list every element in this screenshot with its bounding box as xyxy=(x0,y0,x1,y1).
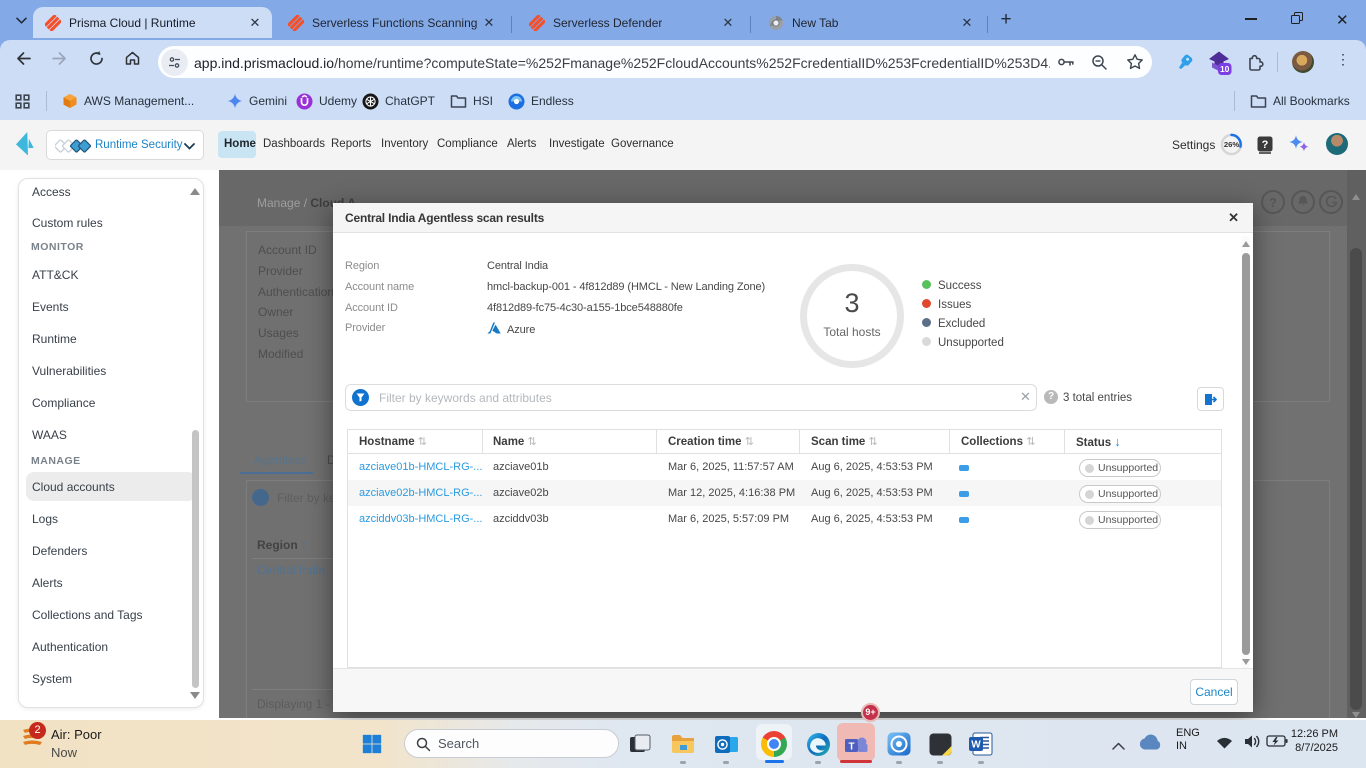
svg-text:W: W xyxy=(971,740,981,751)
svg-text:T: T xyxy=(848,741,854,752)
svg-text:26%: 26% xyxy=(1224,140,1240,149)
svg-text:?: ? xyxy=(1262,139,1269,151)
svg-text:10: 10 xyxy=(1220,64,1230,74)
